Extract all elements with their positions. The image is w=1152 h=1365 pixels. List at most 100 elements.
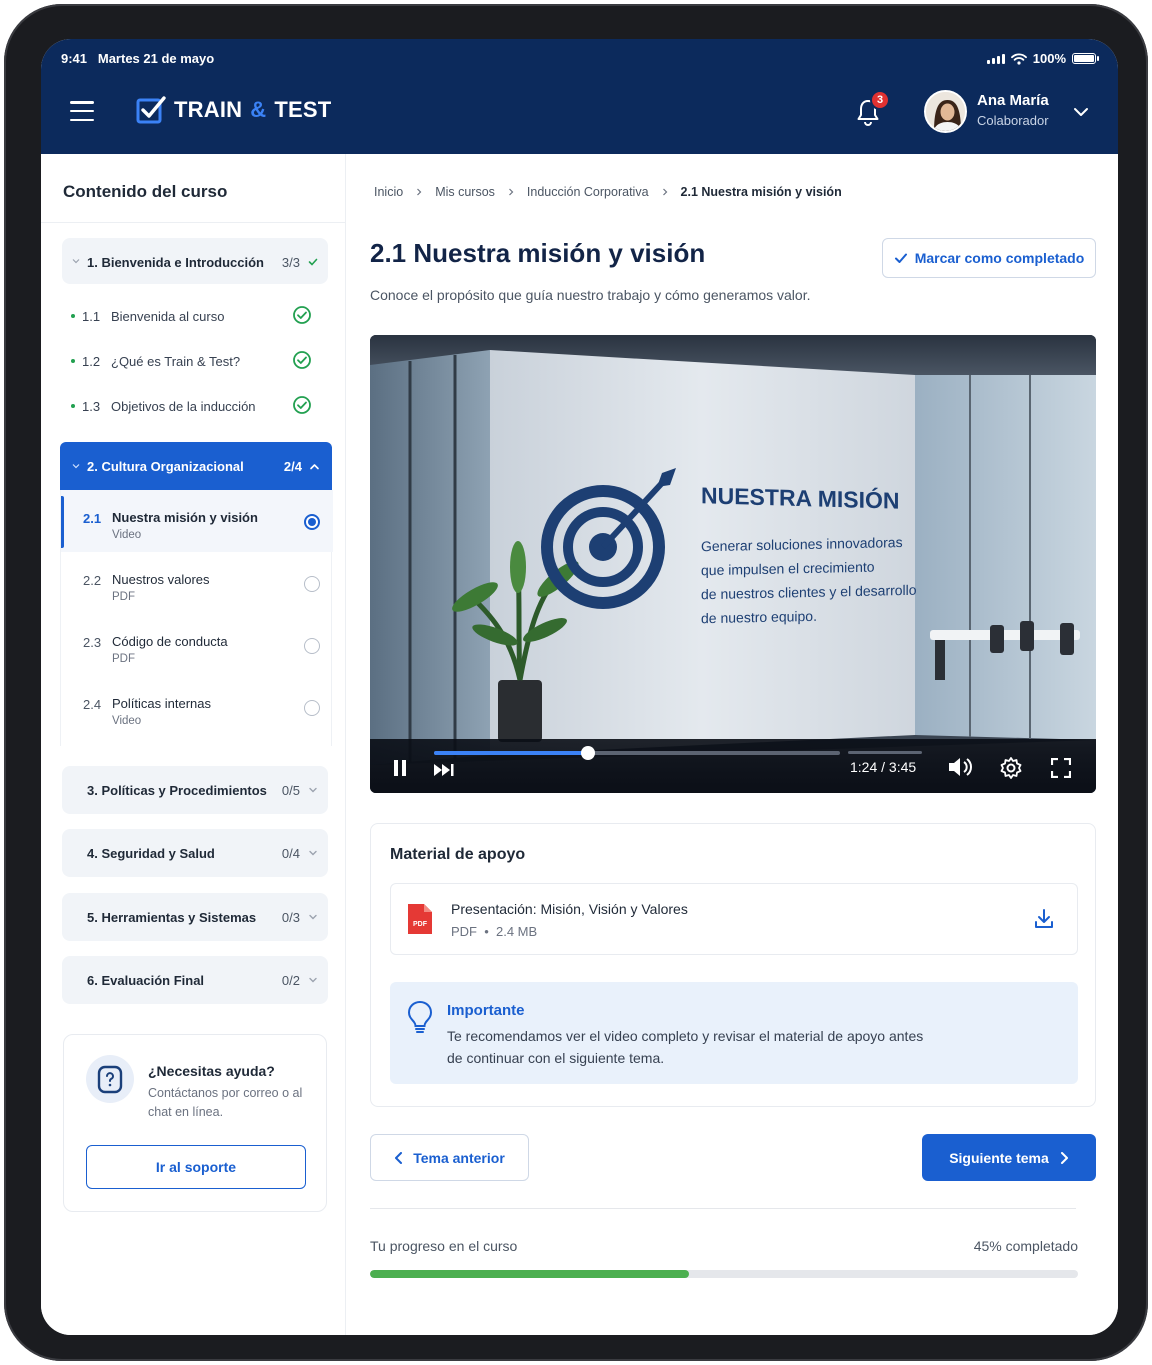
breadcrumb-home[interactable]: Inicio [374,185,403,199]
module-label: 2. Cultura Organizacional [87,459,244,474]
breadcrumb-current: 2.1 Nuestra misión y visión [680,185,842,199]
lesson-number: 1.1 [82,309,101,324]
brand-name-test: TEST [274,97,332,122]
pause-icon[interactable] [392,759,408,777]
pending-lesson-radio [304,576,320,592]
module-count: 0/5 [281,783,300,798]
lesson-subtitle: Conoce el propósito que guía nuestro tra… [370,287,811,303]
lesson-2-3[interactable]: 2.3 Código de conducta PDF [61,614,333,676]
status-date: Martes 21 de mayo [97,51,215,66]
module-label: 1. Bienvenida e Introducción [87,255,264,270]
skip-forward-icon[interactable] [433,763,455,777]
breadcrumb-course[interactable]: Inducción Corporativa [527,185,649,199]
lightbulb-icon [407,1000,433,1033]
lesson-2-4[interactable]: 2.4 Políticas internas Video [61,676,333,738]
mark-complete-label: Marcar como completado [914,250,1085,266]
module-label: 6. Evaluación Final [87,973,205,988]
breadcrumb-my-courses[interactable]: Mis cursos [435,185,495,199]
lesson-type: PDF [112,653,135,665]
volume-track[interactable] [848,751,922,754]
lesson-1-2[interactable]: 1.2 ¿Qué es Train & Test? [62,339,328,384]
support-shield-icon [86,1055,134,1103]
previous-topic-label: Tema anterior [413,1149,505,1166]
settings-gear-icon[interactable] [999,756,1023,780]
chevron-down-icon [309,914,317,920]
lesson-number: 2.1 [83,511,102,526]
video-player[interactable]: NUESTRA MISIÓN Generar soluciones innova… [370,335,1096,793]
bullet-dot [71,404,75,408]
mark-complete-button[interactable]: Marcar como completado [882,238,1096,278]
bullet-dot [71,359,75,363]
chevron-down-icon [309,787,317,793]
next-topic-button[interactable]: Siguiente tema [922,1134,1096,1181]
module-count: 0/2 [281,973,300,988]
lesson-number: 1.3 [82,399,101,414]
battery-percent: 100% [1032,51,1066,66]
module-3-header[interactable]: 3. Políticas y Procedimientos 0/5 [62,766,328,814]
pdf-label: PDF [413,921,428,928]
chevron-right-icon [1060,1151,1068,1164]
video-progress-bar[interactable] [434,746,840,760]
next-topic-label: Siguiente tema [949,1149,1049,1166]
important-note: Importante Te recomendamos ver el video … [390,982,1078,1084]
previous-topic-button[interactable]: Tema anterior [370,1134,529,1181]
video-mission-text: Generar soluciones innovadoras que impul… [701,530,917,631]
chevron-right-icon [662,188,667,196]
pending-lesson-radio [304,700,320,716]
help-text: Contáctanos por correo o al chat en líne… [148,1086,303,1119]
module-label: 3. Políticas y Procedimientos [87,783,267,798]
lesson-number: 2.2 [83,573,102,588]
module-1-header[interactable]: 1. Bienvenida e Introducción 3/3 [62,238,328,284]
lesson-1-1[interactable]: 1.1 Bienvenida al curso [62,294,328,339]
brand-name-train: TRAIN [174,97,243,122]
lesson-title: 2.1 Nuestra misión y visión [370,238,706,268]
note-text: Te recomendamos ver el video completo y … [447,1028,924,1066]
chevron-down-icon [309,850,317,856]
help-card: ¿Necesitas ayuda? Contáctanos por correo… [63,1034,327,1212]
chevron-left-icon [395,1151,403,1164]
breadcrumb: Inicio Mis cursos Inducción Corporativa … [374,185,842,199]
chevron-down-icon [309,977,317,983]
course-progress-fill [370,1270,689,1278]
completed-check-icon [293,396,311,414]
chevron-up-icon [310,464,319,470]
pdf-file-icon: PDF [408,904,432,934]
video-progress-fill [434,751,589,755]
lesson-1-3[interactable]: 1.3 Objetivos de la inducción [62,384,328,429]
divider [370,1208,1076,1209]
lesson-2-1[interactable]: 2.1 Nuestra misión y visión Video [61,490,333,552]
video-controls: 1:24 / 3:45 [370,739,1096,793]
completed-check-icon [293,351,311,369]
module-count: 2/4 [283,459,302,474]
pending-lesson-radio [304,638,320,654]
fullscreen-icon[interactable] [1051,758,1071,778]
file-attachment[interactable]: PDF Presentación: Misión, Visión y Valor… [390,883,1078,955]
volume-icon[interactable] [947,756,973,778]
check-icon [894,253,907,263]
video-scrub-handle[interactable] [581,746,596,760]
lesson-title: Bienvenida al curso [111,309,225,324]
support-button[interactable]: Ir al soporte [86,1145,306,1189]
lesson-2-2[interactable]: 2.2 Nuestros valores PDF [61,552,333,614]
help-title: ¿Necesitas ayuda? [148,1063,275,1079]
hamburger-menu-icon[interactable] [70,101,94,121]
course-progress-label: Tu progreso en el curso [370,1238,518,1254]
module-6-header[interactable]: 6. Evaluación Final 0/2 [62,956,328,1004]
lesson-title: Políticas internas [112,696,211,711]
module-label: 4. Seguridad y Salud [87,846,215,861]
file-name: Presentación: Misión, Visión y Valores [451,901,688,917]
module-5-header[interactable]: 5. Herramientas y Sistemas 0/3 [62,893,328,941]
download-icon[interactable] [1033,908,1055,930]
caret-down-icon [72,464,80,469]
note-title: Importante [447,1002,525,1019]
caret-down-icon [72,259,80,264]
lesson-title: Objetivos de la inducción [111,399,256,414]
module-4-header[interactable]: 4. Seguridad y Salud 0/4 [62,829,328,877]
module-2-header[interactable]: 2. Cultura Organizacional 2/4 [60,442,332,490]
chevron-down-icon[interactable] [1072,103,1090,121]
module-count: 0/3 [281,910,300,925]
status-time: 9:41 [61,51,88,66]
brand-logo[interactable]: TRAIN & TEST [136,95,331,125]
user-avatar[interactable] [924,90,967,133]
status-bar: 9:41 Martes 21 de mayo 100% [61,51,1099,71]
